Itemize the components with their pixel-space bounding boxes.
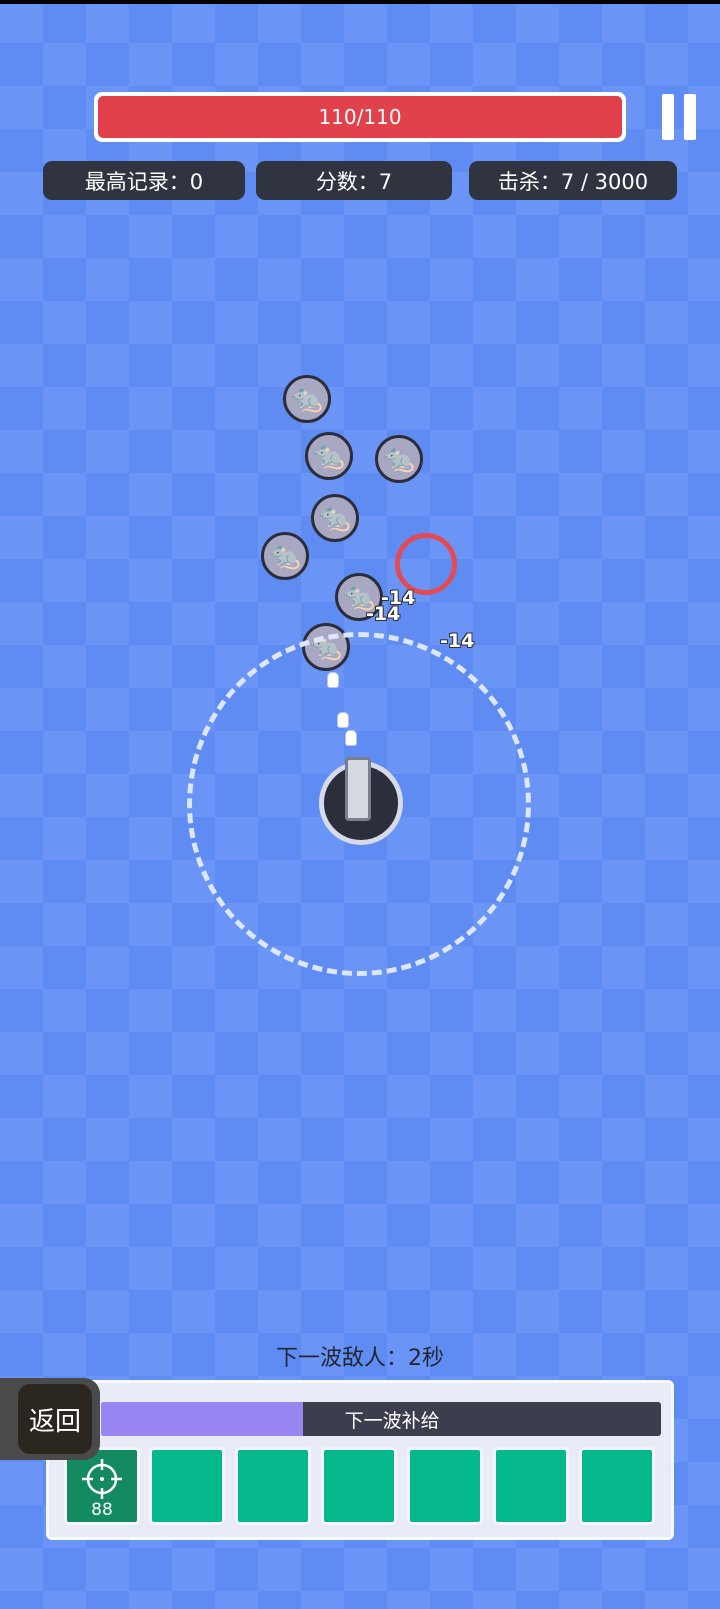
damage-number: -14 [366, 603, 401, 625]
rat-icon: 🐀 [268, 541, 302, 571]
crosshair-icon [82, 1459, 122, 1499]
back-button[interactable]: 返回 [0, 1378, 100, 1460]
kills-badge: 击杀：7 / 3000 [469, 161, 677, 200]
enemy-rat: 🐀 [311, 494, 359, 542]
score-badge: 分数：7 [256, 161, 452, 200]
enemy-rat: 🐀 [305, 432, 353, 480]
skill-slot-6[interactable] [493, 1447, 569, 1525]
health-bar: 110/110 [94, 92, 626, 142]
rat-icon: 🐀 [290, 384, 324, 414]
damage-number: -14 [440, 630, 475, 652]
rat-icon: 🐀 [318, 503, 352, 533]
supply-progress-fill [101, 1402, 303, 1436]
supply-panel: 下一波补给 88 [46, 1380, 674, 1540]
bullet [345, 730, 357, 746]
pause-icon-bar [684, 94, 696, 140]
pause-button[interactable] [662, 94, 700, 140]
skill-slot-7[interactable] [579, 1447, 655, 1525]
skill-slot-5[interactable] [407, 1447, 483, 1525]
back-button-label: 返回 [18, 1384, 92, 1454]
target-marker [395, 533, 457, 595]
supply-progress-bar: 下一波补给 [101, 1402, 661, 1436]
enemy-rat: 🐀 [283, 375, 331, 423]
bullet [337, 712, 349, 728]
high-score-badge: 最高记录：0 [43, 161, 245, 200]
health-bar-fill: 110/110 [98, 96, 622, 138]
supply-label: 下一波补给 [344, 1409, 440, 1432]
enemy-rat: 🐀 [261, 532, 309, 580]
skill-slot-4[interactable] [321, 1447, 397, 1525]
bullet [327, 672, 339, 688]
next-wave-timer: 下一波敌人：2秒 [276, 1346, 444, 1371]
rat-icon: 🐀 [312, 441, 346, 471]
turret-barrel [345, 757, 371, 821]
status-strip [0, 0, 720, 4]
rat-icon: 🐀 [382, 444, 416, 474]
skill-slot-2[interactable] [149, 1447, 225, 1525]
slot-count: 88 [91, 1500, 113, 1520]
skill-slot-3[interactable] [235, 1447, 311, 1525]
enemy-rat: 🐀 [375, 435, 423, 483]
pause-icon [662, 94, 674, 140]
